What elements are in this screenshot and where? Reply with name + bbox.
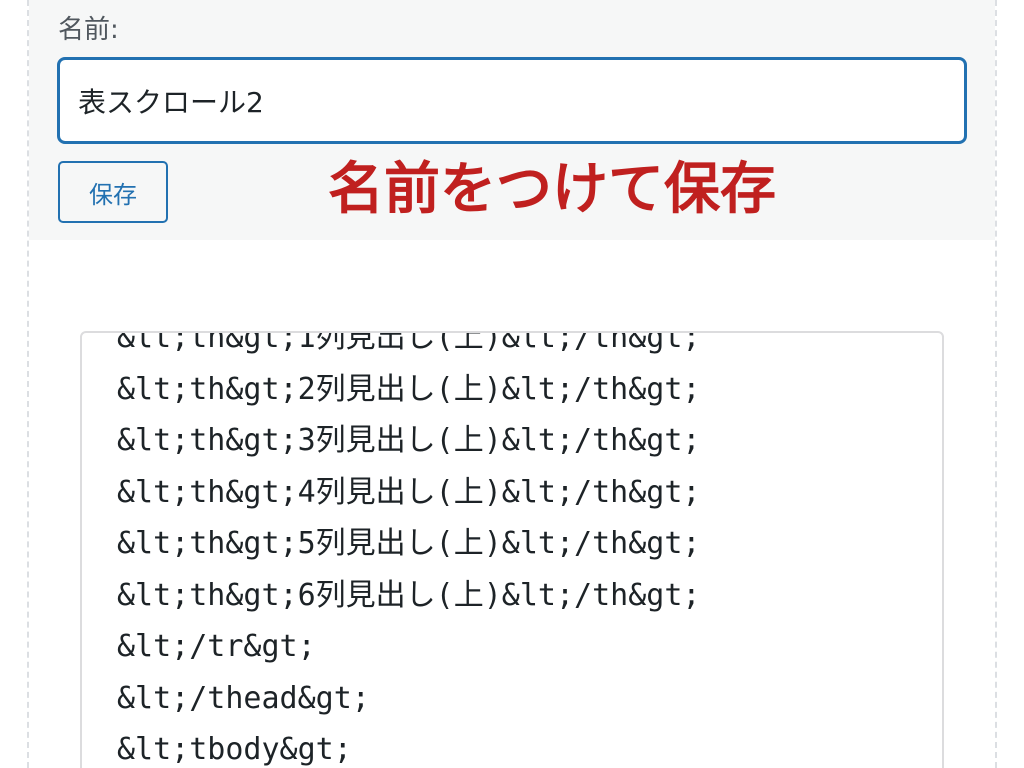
- code-line: &lt;th&gt;6列見出し(上)&lt;/th&gt;: [117, 577, 701, 613]
- code-textarea[interactable]: &lt;th&gt;1列見出し(上)&lt;/th&gt; &lt;th&gt;…: [80, 331, 944, 768]
- annotation-text: 名前をつけて保存: [328, 157, 776, 222]
- right-dashed-divider: [995, 0, 997, 768]
- name-input[interactable]: [57, 57, 967, 144]
- code-line: &lt;th&gt;3列見出し(上)&lt;/th&gt;: [117, 423, 701, 458]
- code-line: &lt;th&gt;2列見出し(上)&lt;/th&gt;: [117, 371, 701, 407]
- code-line: &lt;/tr&gt;: [117, 629, 316, 664]
- save-button[interactable]: 保存: [58, 161, 168, 223]
- code-line: &lt;th&gt;4列見出し(上)&lt;/th&gt;: [117, 474, 701, 510]
- page: 名前: 保存 名前をつけて保存 &lt;th&gt;1列見出し(上)&lt;/t…: [0, 0, 1024, 768]
- name-label: 名前:: [58, 15, 119, 45]
- code-line: &lt;th&gt;5列見出し(上)&lt;/th&gt;: [117, 526, 701, 561]
- code-line: &lt;th&gt;1列見出し(上)&lt;/th&gt;: [117, 331, 701, 355]
- code-line: &lt;tbody&gt;: [117, 732, 352, 767]
- code-line: &lt;/thead&gt;: [117, 680, 370, 716]
- code-lines: &lt;th&gt;1列見出し(上)&lt;/th&gt; &lt;th&gt;…: [117, 331, 701, 768]
